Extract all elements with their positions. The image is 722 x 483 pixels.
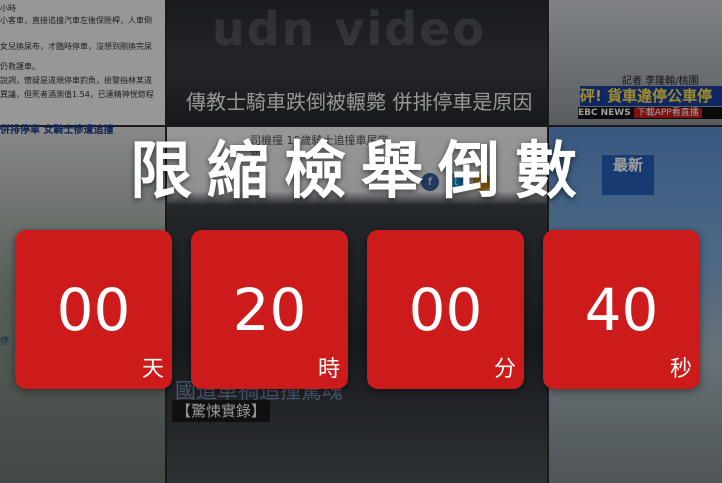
countdown-unit: 分 [493,357,516,382]
countdown-tile-minutes: 00 分 [367,230,524,389]
countdown-value: 40 [584,276,659,344]
countdown-unit: 秒 [669,357,692,382]
countdown-tile-days: 00 天 [15,230,172,389]
countdown-value: 00 [408,276,483,344]
countdown-unit: 天 [141,357,164,382]
countdown-title: 限縮檢舉倒數 [129,134,592,207]
countdown-tile-seconds: 40 秒 [543,230,700,389]
countdown-value: 00 [56,276,131,344]
countdown-tile-hours: 20 時 [191,230,348,389]
countdown-unit: 時 [317,357,340,382]
countdown-value: 20 [232,276,307,344]
